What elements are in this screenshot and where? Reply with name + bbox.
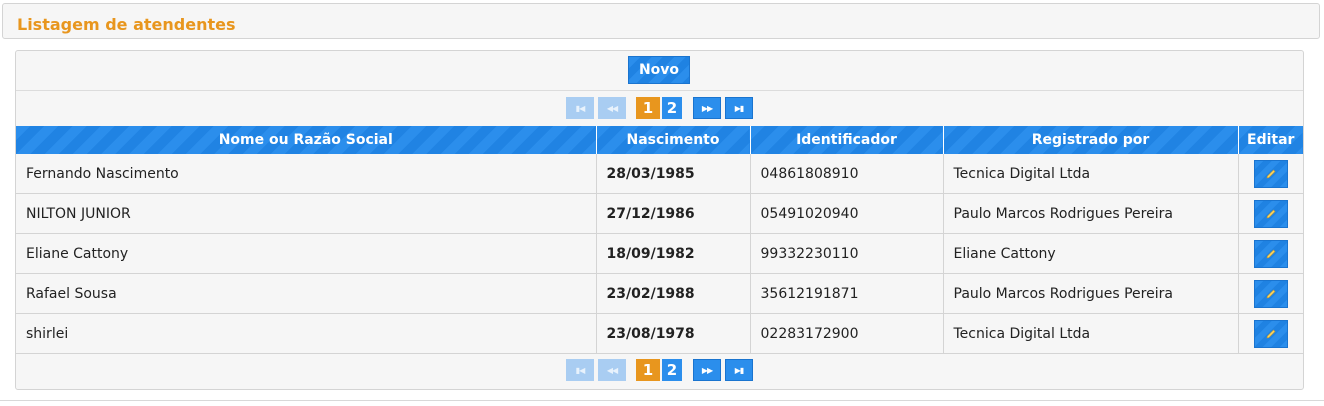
- first-page-button[interactable]: ▮◀: [566, 359, 594, 381]
- last-page-button[interactable]: ▶▮: [725, 359, 753, 381]
- last-page-icon: ▶▮: [734, 103, 745, 113]
- next-page-button[interactable]: ▶▶: [693, 359, 721, 381]
- cell-edit: [1238, 154, 1303, 194]
- table-row: Eliane Cattony 18/09/1982 99332230110 El…: [16, 233, 1303, 274]
- edit-button[interactable]: [1253, 239, 1288, 268]
- column-header-edit: Editar: [1237, 126, 1303, 154]
- pencil-icon: [1266, 209, 1276, 218]
- page-1-button[interactable]: 1: [636, 97, 660, 119]
- cell-registered-by: Paulo Marcos Rodrigues Pereira: [943, 273, 1239, 314]
- column-header-identifier[interactable]: Identificador: [749, 126, 943, 154]
- cell-birth: 23/02/1988: [596, 273, 751, 314]
- cell-identifier: 35612191871: [750, 273, 944, 314]
- prev-page-button[interactable]: ◀◀: [598, 359, 626, 381]
- page-2-button[interactable]: 2: [662, 359, 682, 381]
- page-1-button[interactable]: 1: [636, 359, 660, 381]
- last-page-button[interactable]: ▶▮: [725, 97, 753, 119]
- cell-registered-by: Paulo Marcos Rodrigues Pereira: [943, 193, 1239, 234]
- edit-button[interactable]: [1253, 279, 1288, 308]
- toolbar: Novo: [16, 51, 1303, 91]
- page-title: Listagem de atendentes: [17, 15, 236, 34]
- cell-edit: [1238, 193, 1303, 234]
- next-page-button[interactable]: ▶▶: [693, 97, 721, 119]
- cell-birth: 23/08/1978: [596, 313, 751, 354]
- cell-name: Rafael Sousa: [16, 273, 597, 314]
- cell-identifier: 99332230110: [750, 233, 944, 274]
- new-button[interactable]: Novo: [628, 56, 690, 84]
- next-page-icon: ▶▶: [701, 365, 713, 375]
- edit-button[interactable]: [1253, 159, 1288, 188]
- cell-birth: 28/03/1985: [596, 154, 751, 194]
- cell-identifier: 05491020940: [750, 193, 944, 234]
- cell-registered-by: Tecnica Digital Ltda: [943, 154, 1239, 194]
- pencil-icon: [1266, 169, 1276, 178]
- first-page-icon: ▮◀: [575, 365, 586, 375]
- last-page-icon: ▶▮: [734, 365, 745, 375]
- cell-name: Eliane Cattony: [16, 233, 597, 274]
- pagination-top: ▮◀ ◀◀ 1 2 ▶▶ ▶▮: [16, 91, 1303, 127]
- cell-edit: [1238, 273, 1303, 314]
- table-row: NILTON JUNIOR 27/12/1986 05491020940 Pau…: [16, 193, 1303, 234]
- pagination-bottom: ▮◀ ◀◀ 1 2 ▶▶ ▶▮: [16, 353, 1303, 389]
- cell-birth: 27/12/1986: [596, 193, 751, 234]
- first-page-icon: ▮◀: [575, 103, 586, 113]
- table-header-row: Nome ou Razão Social Nascimento Identifi…: [16, 126, 1303, 154]
- table-row: Rafael Sousa 23/02/1988 35612191871 Paul…: [16, 273, 1303, 314]
- pencil-icon: [1266, 329, 1276, 338]
- first-page-button[interactable]: ▮◀: [566, 97, 594, 119]
- prev-page-icon: ◀◀: [606, 103, 618, 113]
- cell-name: NILTON JUNIOR: [16, 193, 597, 234]
- cell-edit: [1238, 233, 1303, 274]
- pencil-icon: [1266, 249, 1276, 258]
- attendants-table: Nome ou Razão Social Nascimento Identifi…: [16, 126, 1303, 354]
- title-bar: Listagem de atendentes: [2, 3, 1320, 39]
- column-header-registered-by[interactable]: Registrado por: [942, 126, 1238, 154]
- next-page-icon: ▶▶: [701, 103, 713, 113]
- table-row: shirlei 23/08/1978 02283172900 Tecnica D…: [16, 313, 1303, 354]
- cell-name: shirlei: [16, 313, 597, 354]
- cell-identifier: 04861808910: [750, 154, 944, 194]
- cell-identifier: 02283172900: [750, 313, 944, 354]
- edit-button[interactable]: [1253, 199, 1288, 228]
- table-row: Fernando Nascimento 28/03/1985 048618089…: [16, 154, 1303, 194]
- page-2-button[interactable]: 2: [662, 97, 682, 119]
- cell-birth: 18/09/1982: [596, 233, 751, 274]
- cell-name: Fernando Nascimento: [16, 154, 597, 194]
- column-header-birth[interactable]: Nascimento: [595, 126, 750, 154]
- cell-registered-by: Tecnica Digital Ltda: [943, 313, 1239, 354]
- list-panel: Novo ▮◀ ◀◀ 1 2 ▶▶ ▶▮ Nome ou Razão Socia…: [15, 50, 1304, 390]
- pencil-icon: [1266, 289, 1276, 298]
- edit-button[interactable]: [1253, 319, 1288, 348]
- column-header-name[interactable]: Nome ou Razão Social: [16, 126, 596, 154]
- cell-edit: [1238, 313, 1303, 354]
- prev-page-button[interactable]: ◀◀: [598, 97, 626, 119]
- prev-page-icon: ◀◀: [606, 365, 618, 375]
- cell-registered-by: Eliane Cattony: [943, 233, 1239, 274]
- bottom-divider: [0, 400, 1324, 401]
